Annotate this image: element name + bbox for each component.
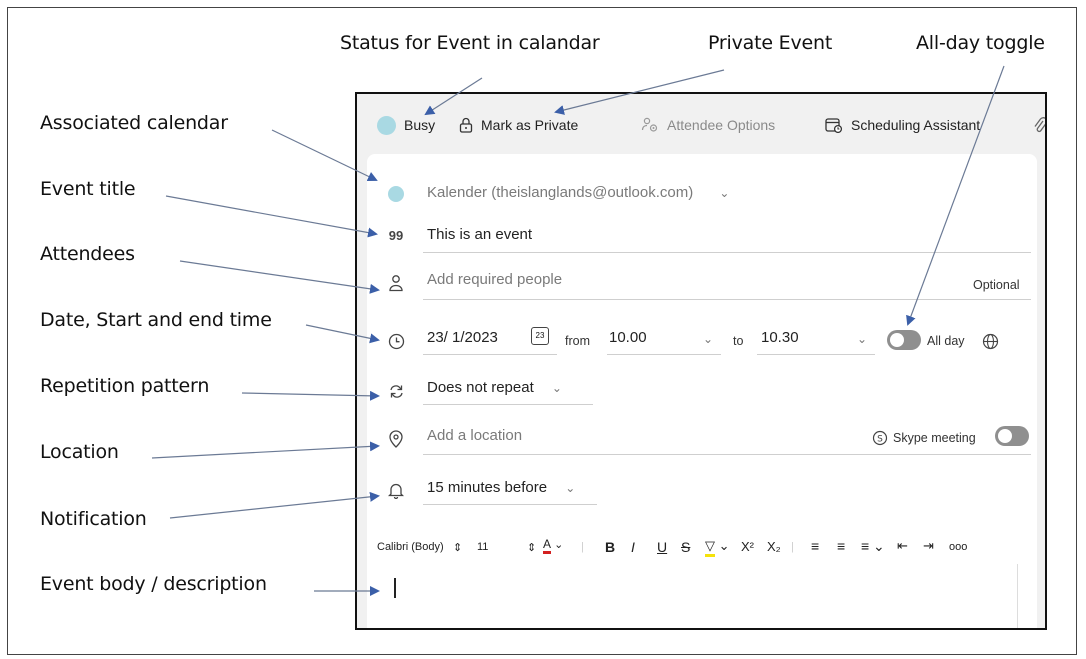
title-icon: 99	[388, 227, 404, 243]
annotation-title: Event title	[40, 178, 136, 200]
calendar-name: Kalender (theislanglands@outlook.com)	[427, 184, 694, 201]
busy-status-button[interactable]: Busy	[377, 114, 435, 136]
scheduling-icon	[825, 118, 843, 133]
skype-label: Skype meeting	[893, 431, 976, 445]
repeat-icon	[387, 382, 405, 400]
calendar-select[interactable]: Kalender (theislanglands@outlook.com) ⌄	[427, 184, 729, 201]
bullets-icon[interactable]: ≡	[811, 538, 819, 554]
text-caret	[394, 578, 396, 598]
outdent-icon[interactable]: ⇤	[897, 538, 908, 554]
attendees-input[interactable]: Add required people	[427, 271, 562, 288]
chevron-down-icon[interactable]: ⌄	[857, 332, 867, 346]
subscript-button[interactable]: X₂	[767, 539, 781, 554]
title-underline	[423, 252, 1031, 253]
mark-private-button[interactable]: Mark as Private	[459, 114, 578, 136]
paperclip-icon	[1034, 117, 1045, 133]
repeat-value: Does not repeat	[427, 379, 534, 396]
calendar-picker-icon[interactable]: 23	[531, 327, 549, 345]
event-title-input[interactable]: This is an event	[427, 226, 532, 243]
annotation-status: Status for Event in calandar	[340, 32, 600, 54]
formatting-toolbar: Calibri (Body) ⇕ 11 ⇕ A ⌄ | B I U S ▽ ⌄ …	[367, 537, 1037, 561]
clock-icon	[387, 332, 405, 350]
all-day-label: All day	[927, 334, 965, 348]
annotation-allday: All-day toggle	[916, 32, 1045, 54]
chevron-down-icon[interactable]: ⌄	[703, 332, 713, 346]
skype-icon: S	[871, 429, 889, 447]
event-toolbar: Busy Mark as Private Attendee Options Sc…	[357, 94, 1045, 154]
to-label: to	[733, 334, 744, 348]
start-underline	[607, 354, 721, 355]
annotation-private: Private Event	[708, 32, 833, 54]
annotation-calendar: Associated calendar	[40, 112, 228, 134]
scheduling-assistant-button[interactable]: Scheduling Assistant	[825, 114, 980, 136]
align-icon[interactable]: ≡ ⌄	[861, 538, 885, 555]
reminder-underline	[423, 504, 597, 505]
separator: |	[581, 541, 584, 553]
strikethrough-button[interactable]: S	[681, 539, 690, 555]
svg-text:S: S	[877, 435, 883, 445]
annotation-body: Event body / description	[40, 573, 267, 595]
scheduling-label: Scheduling Assistant	[851, 117, 981, 133]
all-day-toggle[interactable]	[887, 330, 921, 350]
optional-attendees-link[interactable]: Optional	[973, 278, 1020, 292]
date-underline	[423, 354, 557, 355]
annotation-notification: Notification	[40, 508, 147, 530]
location-input[interactable]: Add a location	[427, 427, 522, 444]
busy-label: Busy	[404, 117, 436, 133]
mark-private-label: Mark as Private	[481, 117, 579, 133]
lock-icon	[459, 117, 473, 133]
end-time-select[interactable]: 10.30	[761, 329, 799, 346]
bold-button[interactable]: B	[605, 539, 615, 555]
attendees-underline	[423, 299, 1031, 300]
font-size-select[interactable]: 11	[477, 541, 488, 553]
end-underline	[757, 354, 875, 355]
highlight-icon[interactable]: ▽ ⌄	[705, 538, 730, 557]
date-input[interactable]: 23/ 1/2023	[427, 329, 498, 346]
repeat-select[interactable]: Does not repeat ⌄	[427, 379, 562, 396]
bell-icon	[387, 481, 405, 499]
underline-button[interactable]: U	[657, 539, 667, 555]
italic-button[interactable]: I	[631, 539, 635, 555]
attendee-options-label: Attendee Options	[667, 117, 776, 133]
annotation-attendees: Attendees	[40, 243, 135, 265]
indent-icon[interactable]: ⇥	[923, 538, 934, 554]
chevron-down-icon: ⌄	[565, 481, 576, 495]
superscript-button[interactable]: X²	[741, 539, 754, 554]
event-editor-panel: Busy Mark as Private Attendee Options Sc…	[355, 92, 1047, 630]
location-pin-icon	[387, 430, 405, 448]
globe-icon[interactable]	[981, 332, 999, 350]
attendee-options-button[interactable]: Attendee Options	[641, 114, 775, 136]
person-icon	[387, 274, 405, 292]
reminder-select[interactable]: 15 minutes before ⌄	[427, 479, 575, 496]
attach-button[interactable]	[1033, 114, 1045, 136]
annotation-repetition: Repetition pattern	[40, 375, 210, 397]
event-body-editor[interactable]	[377, 564, 1018, 628]
chevron-down-icon: ⌄	[719, 186, 730, 200]
separator: |	[791, 541, 794, 553]
annotation-location: Location	[40, 441, 119, 463]
event-form: Kalender (theislanglands@outlook.com) ⌄ …	[367, 154, 1037, 628]
size-stepper-icon[interactable]: ⇕	[527, 541, 536, 554]
font-color-icon[interactable]: A ⌄	[543, 538, 563, 554]
attendee-options-icon	[641, 117, 658, 132]
from-label: from	[565, 334, 590, 348]
location-underline	[423, 454, 1031, 455]
calendar-color-icon	[387, 185, 405, 203]
start-time-select[interactable]: 10.00	[609, 329, 647, 346]
font-stepper-icon[interactable]: ⇕	[453, 541, 462, 554]
status-dot-icon	[377, 115, 396, 135]
reminder-value: 15 minutes before	[427, 479, 548, 496]
more-options-icon[interactable]: ooo	[949, 541, 967, 553]
chevron-down-icon: ⌄	[551, 381, 562, 395]
repeat-underline	[423, 404, 593, 405]
annotation-datetime: Date, Start and end time	[40, 309, 272, 331]
numbering-icon[interactable]: ≡	[837, 538, 845, 554]
skype-toggle[interactable]	[995, 426, 1029, 446]
font-family-select[interactable]: Calibri (Body)	[377, 541, 444, 553]
